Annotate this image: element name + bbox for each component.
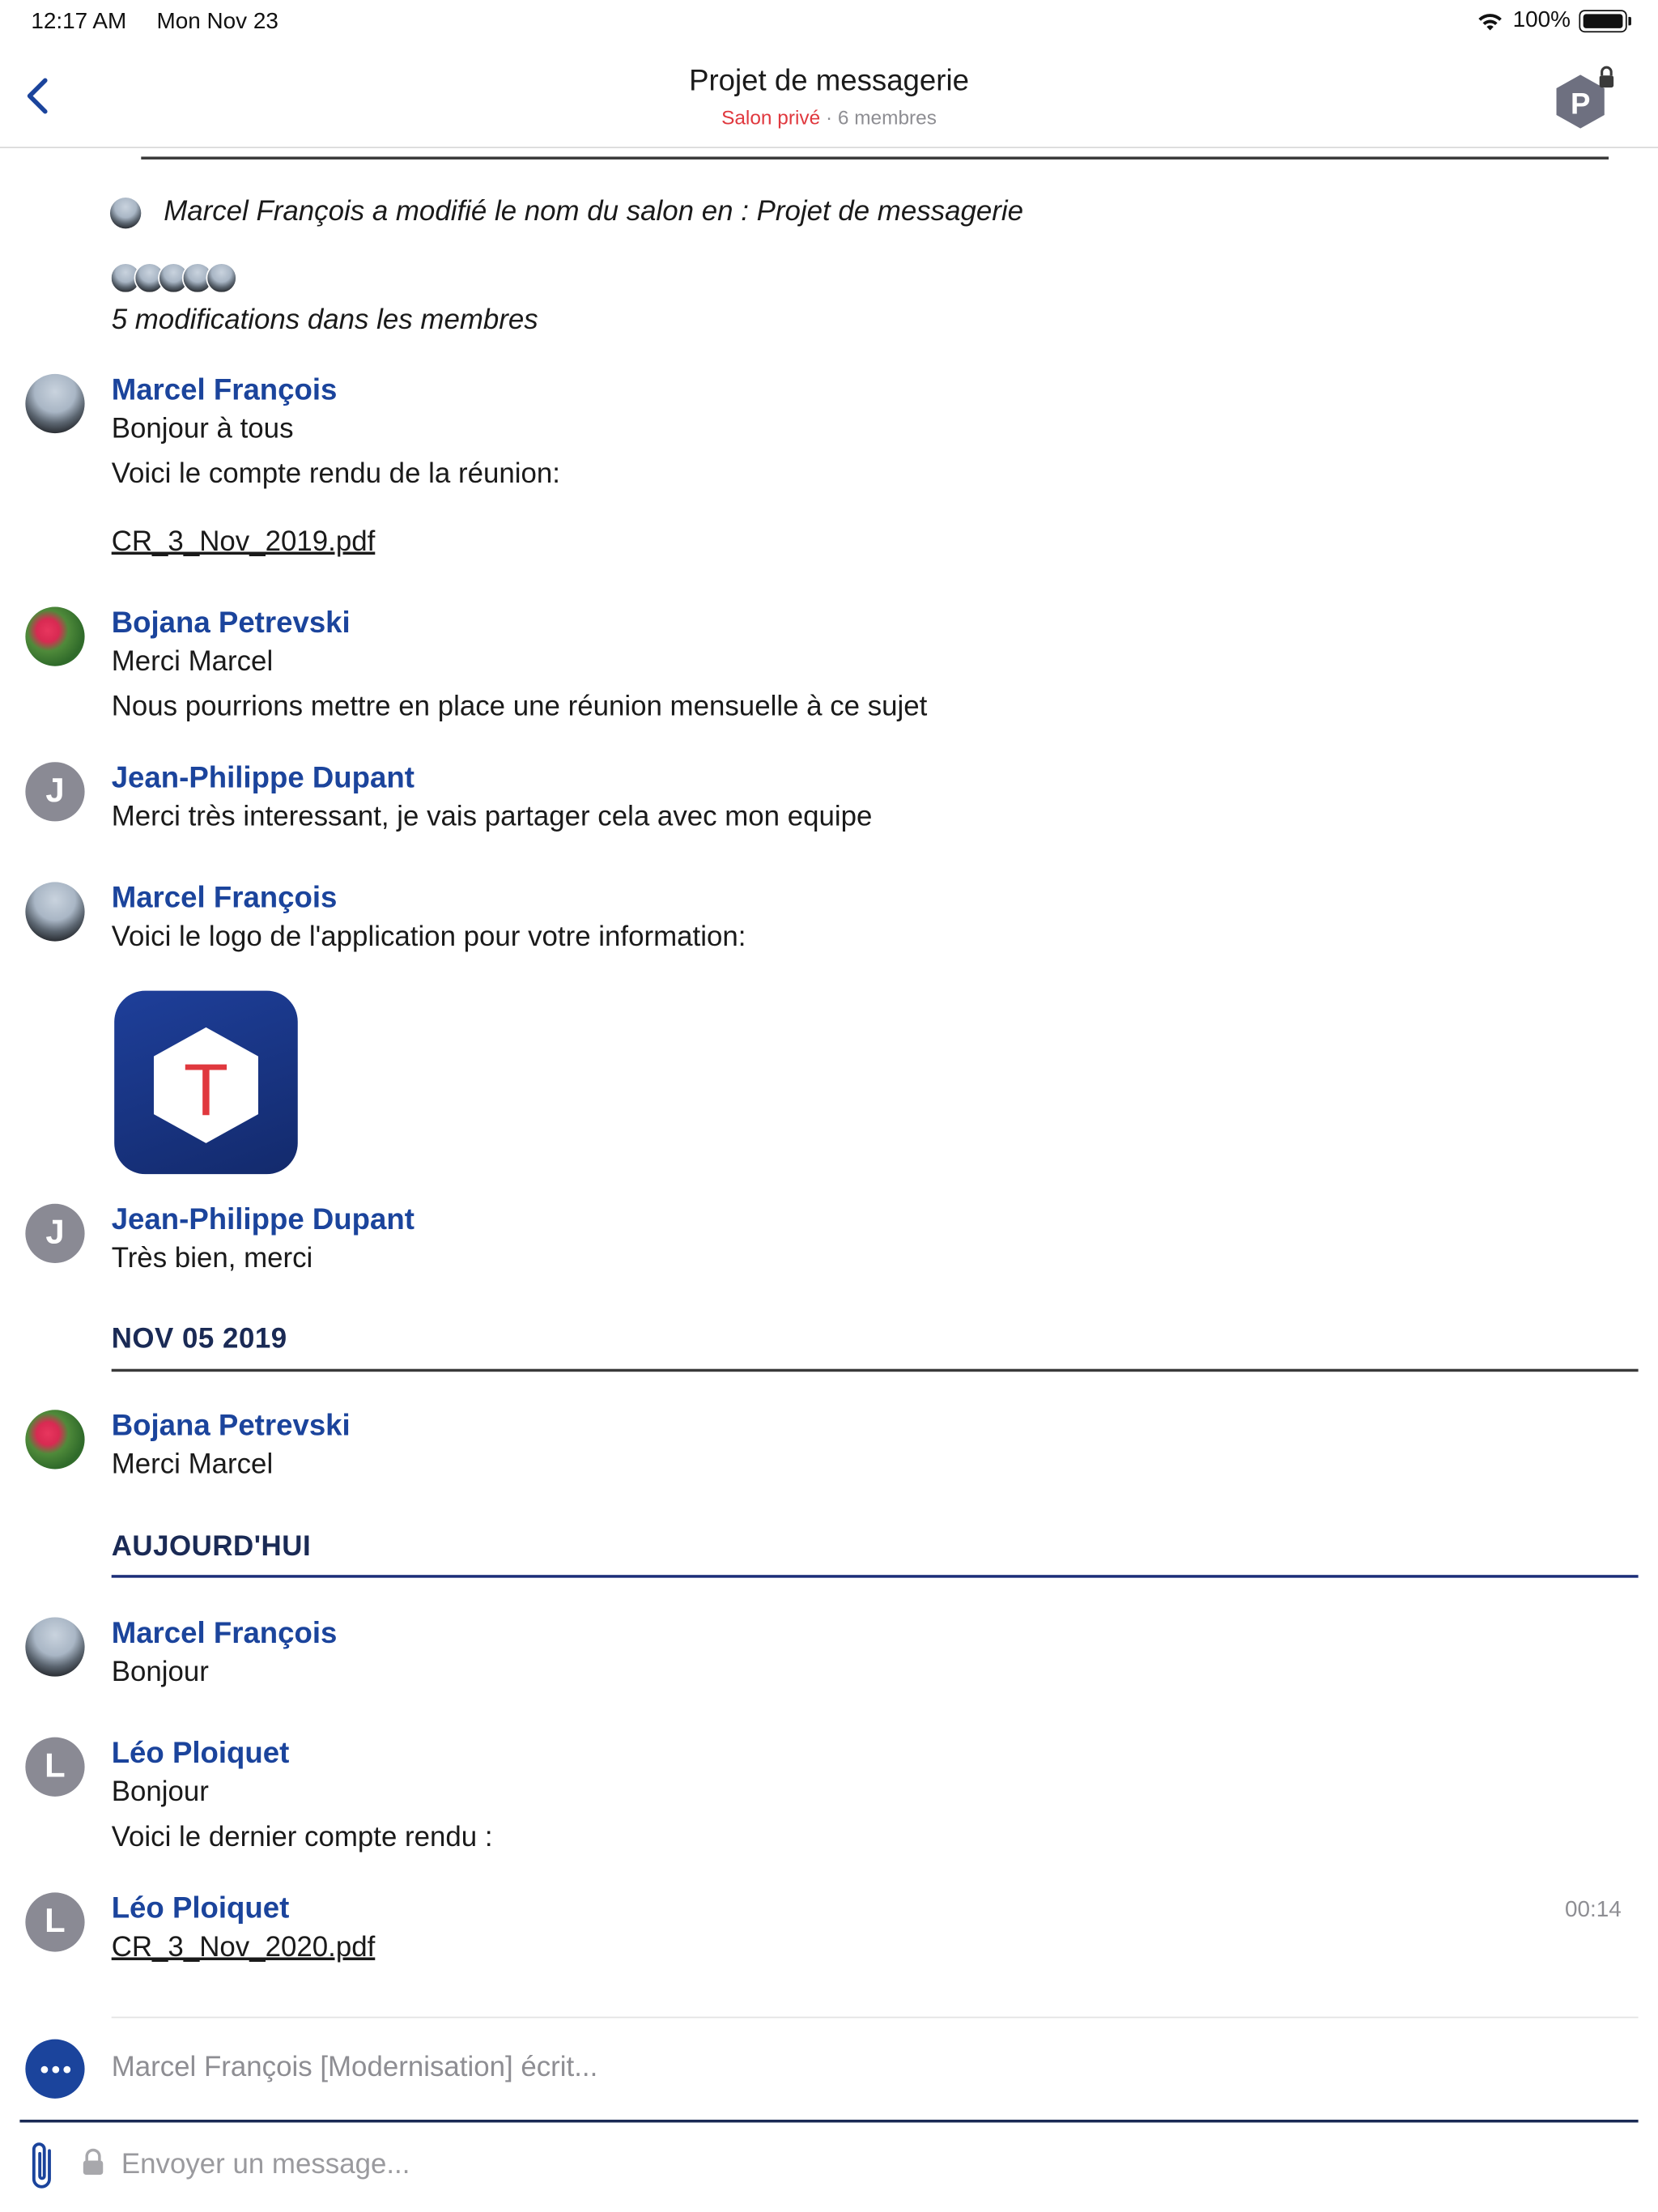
date-separator-today: AUJOURD'HUI bbox=[111, 1531, 1639, 1577]
message-text: Très bien, merci bbox=[111, 1243, 313, 1274]
avatar[interactable]: L bbox=[25, 1737, 85, 1797]
lock-icon bbox=[1599, 66, 1614, 88]
message-author[interactable]: Jean-Philippe Dupant bbox=[112, 1204, 414, 1238]
avatar[interactable]: J bbox=[25, 1203, 85, 1263]
message-author[interactable]: Marcel François bbox=[112, 374, 338, 408]
message-author[interactable]: Léo Ploiquet bbox=[112, 1738, 290, 1772]
subtitle-separator: · bbox=[825, 105, 833, 129]
status-indicators: 100% bbox=[1476, 8, 1631, 33]
composer-divider bbox=[19, 2119, 1639, 2123]
system-rename-event: Marcel François a modifié le nom du salo… bbox=[109, 196, 1024, 228]
room-avatar[interactable]: P bbox=[1550, 62, 1620, 136]
avatar bbox=[206, 262, 237, 294]
message-author[interactable]: Léo Ploiquet bbox=[112, 1892, 290, 1926]
message-text: Merci très interessant, je vais partager… bbox=[111, 802, 873, 833]
member-avatars-stack[interactable] bbox=[109, 262, 251, 294]
message-author[interactable]: Marcel François bbox=[112, 1617, 338, 1651]
top-divider bbox=[141, 156, 1609, 160]
typing-divider bbox=[111, 2016, 1639, 2018]
message-text: Merci Marcel bbox=[111, 1449, 274, 1481]
date-separator: NOV 05 2019 bbox=[111, 1323, 1639, 1372]
avatar[interactable] bbox=[25, 1617, 85, 1677]
avatar bbox=[109, 197, 142, 228]
date-separator-label: NOV 05 2019 bbox=[111, 1323, 287, 1355]
avatar[interactable]: L bbox=[25, 1892, 85, 1952]
message-timestamp: 00:14 bbox=[1564, 1898, 1622, 1922]
member-changes-text[interactable]: 5 modifications dans les membres bbox=[112, 304, 538, 337]
message-author[interactable]: Bojana Petrevski bbox=[112, 1410, 351, 1444]
date-separator-rule bbox=[111, 1575, 1639, 1577]
battery-level bbox=[1583, 14, 1623, 28]
message-author[interactable]: Jean-Philippe Dupant bbox=[112, 762, 414, 796]
ellipsis-icon[interactable] bbox=[25, 2039, 85, 2099]
room-title[interactable]: Projet de messagerie bbox=[0, 65, 1658, 99]
status-time: 12:17 AM bbox=[31, 10, 127, 34]
message-author[interactable]: Marcel François bbox=[112, 882, 338, 916]
avatar[interactable] bbox=[25, 882, 85, 942]
room-subtitle: Salon privé · 6 membres bbox=[0, 106, 1658, 129]
battery-icon bbox=[1579, 10, 1631, 33]
message-author[interactable]: Bojana Petrevski bbox=[112, 606, 351, 640]
chat-screen: 12:17 AM Mon Nov 23 100% Projet de messa… bbox=[0, 0, 1658, 2212]
avatar[interactable] bbox=[25, 373, 85, 434]
date-separator-label: AUJOURD'HUI bbox=[111, 1531, 312, 1563]
avatar[interactable] bbox=[25, 1410, 85, 1470]
status-bar: 12:17 AM Mon Nov 23 100% bbox=[0, 0, 1658, 48]
avatar[interactable]: J bbox=[25, 762, 85, 822]
typing-indicator-text: Marcel François [Modernisation] écrit... bbox=[111, 2052, 598, 2083]
message-text: Bonjour bbox=[111, 1776, 209, 1808]
privacy-label: Salon privé bbox=[721, 105, 821, 129]
avatar[interactable] bbox=[25, 606, 85, 666]
app-logo-image[interactable]: T bbox=[114, 990, 298, 1175]
app-logo-icon: T bbox=[153, 1027, 258, 1143]
message-text: Nous pourrions mettre en place une réuni… bbox=[111, 691, 928, 723]
message-text: Voici le logo de l'application pour votr… bbox=[111, 921, 746, 953]
status-date: Mon Nov 23 bbox=[156, 10, 278, 34]
room-header: Projet de messagerie Salon privé · 6 mem… bbox=[0, 48, 1658, 149]
lock-icon bbox=[83, 2148, 104, 2175]
wifi-icon bbox=[1478, 14, 1503, 31]
system-rename-text: Marcel François a modifié le nom du salo… bbox=[164, 196, 1024, 228]
date-separator-rule bbox=[111, 1368, 1639, 1372]
app-logo-letter: T bbox=[184, 1049, 228, 1131]
room-avatar-letter: P bbox=[1571, 87, 1590, 120]
message-text: Voici le compte rendu de la réunion: bbox=[111, 458, 560, 490]
message-text: Bonjour bbox=[111, 1657, 209, 1688]
attachment-link[interactable]: CR_3_Nov_2020.pdf bbox=[112, 1932, 376, 1964]
battery-percent: 100% bbox=[1512, 8, 1571, 33]
member-count: 6 membres bbox=[837, 105, 937, 129]
message-input[interactable] bbox=[121, 2139, 1618, 2191]
message-text: Voici le dernier compte rendu : bbox=[111, 1822, 493, 1853]
message-text: Merci Marcel bbox=[111, 646, 274, 678]
paperclip-icon[interactable] bbox=[25, 2137, 62, 2196]
attachment-link[interactable]: CR_3_Nov_2019.pdf bbox=[112, 526, 376, 559]
message-text: Bonjour à tous bbox=[111, 413, 294, 445]
